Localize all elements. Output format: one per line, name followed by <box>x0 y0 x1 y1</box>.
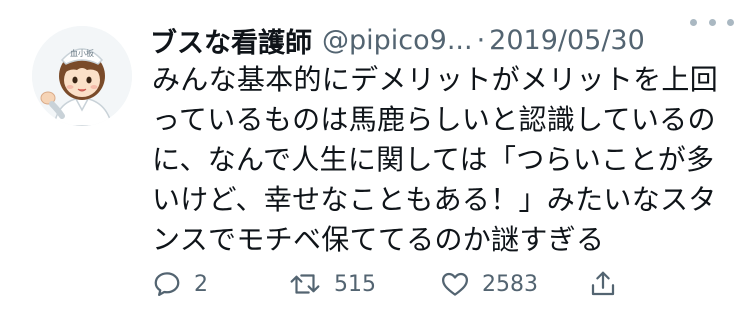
reply-count: 2 <box>194 271 208 297</box>
tweet-date[interactable]: 2019/05/30 <box>489 25 645 56</box>
nurse-avatar-illustration: 血小板 <box>32 26 132 126</box>
share-button[interactable] <box>588 262 618 306</box>
retweet-icon <box>290 274 320 294</box>
more-dots-icon <box>690 18 697 26</box>
user-handle[interactable]: @pipico9... <box>322 25 473 56</box>
tweet: 血小板 ブスな看護師 @pipico9... · 2019/05/30 みんな基… <box>0 0 750 325</box>
share-icon <box>591 271 615 296</box>
cap-label: 血小板 <box>70 48 94 58</box>
reply-icon <box>154 272 180 296</box>
tweet-actions: 2 515 2583 <box>150 262 650 306</box>
display-name[interactable]: ブスな看護師 <box>150 21 312 60</box>
tweet-header: ブスな看護師 @pipico9... · 2019/05/30 <box>150 20 730 60</box>
header-separator: · <box>476 24 486 56</box>
avatar[interactable]: 血小板 <box>32 26 132 126</box>
heart-icon <box>442 272 468 296</box>
more-options-button[interactable] <box>690 10 734 34</box>
more-dots-icon <box>708 18 716 26</box>
reply-button[interactable]: 2 <box>152 262 208 306</box>
like-button[interactable]: 2583 <box>440 262 538 306</box>
retweet-count: 515 <box>334 271 376 297</box>
like-count: 2583 <box>482 271 538 297</box>
tweet-text: みんな基本的にデメリットがメリットを上回っているものは馬鹿らしいと認識しているの… <box>152 63 719 256</box>
retweet-button[interactable]: 515 <box>288 262 376 306</box>
more-dots-icon <box>727 18 734 26</box>
